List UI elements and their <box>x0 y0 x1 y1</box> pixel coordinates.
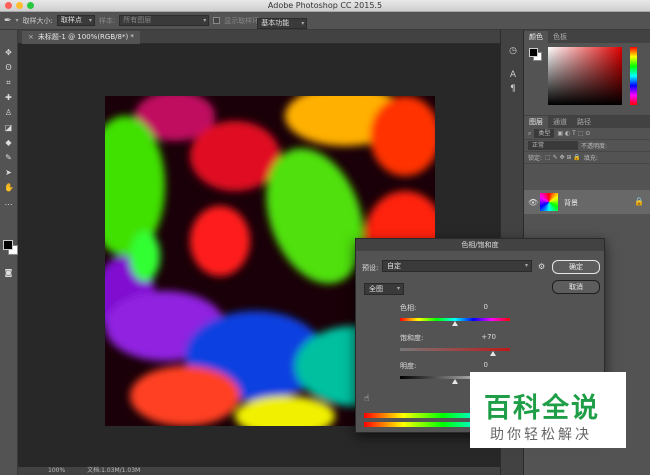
targeted-adjustment-hand-icon[interactable]: ☝ <box>364 394 369 404</box>
watermark-sub-text: 助你轻松解决 <box>490 427 592 443</box>
hue-value[interactable]: 0 <box>458 303 488 311</box>
layer-lock-icon[interactable]: 🔒 <box>634 197 644 206</box>
tab-swatches[interactable]: 色板 <box>548 31 572 43</box>
close-tab-icon[interactable]: × <box>28 33 34 41</box>
options-bar: ✒ ▾ 取样大小: 取样点 样本: 所有图层 显示取样环 基本功能 <box>0 12 650 30</box>
zoom-level[interactable]: 100% <box>48 467 65 474</box>
window-title: Adobe Photoshop CC 2015.5 <box>267 1 383 10</box>
hue-bar[interactable] <box>630 47 637 105</box>
healing-brush-icon[interactable]: ✚ <box>4 93 13 102</box>
saturation-label: 饱和度: <box>400 334 424 342</box>
color-panel-tabs: 颜色 色板 <box>524 30 650 43</box>
dialog-title: 色相/饱和度 <box>356 239 604 251</box>
saturation-value[interactable]: +70 <box>466 333 496 341</box>
document-tab[interactable]: × 未标题-1 @ 100%(RGB/8*) * <box>22 31 140 44</box>
eyedropper-icon[interactable]: ✒ <box>4 16 12 26</box>
lock-row: 锁定: ⬚ ✎ ✥ ⊞ 🔒 填充: <box>524 152 650 164</box>
sample-dropdown[interactable]: 所有图层 <box>119 15 210 26</box>
tab-layers[interactable]: 图层 <box>524 116 548 128</box>
hand-tool-icon[interactable]: ✋ <box>4 183 14 192</box>
show-ring-label: 显示取样环 <box>224 16 260 25</box>
blend-row: 正常 不透明度: <box>524 140 650 152</box>
blend-mode-dropdown[interactable]: 正常 <box>528 141 578 150</box>
window-title-bar: Adobe Photoshop CC 2015.5 <box>0 0 650 12</box>
workspace-dropdown[interactable]: 基本功能 <box>257 18 308 29</box>
lightness-slider-thumb[interactable] <box>452 379 458 384</box>
more-tools-icon[interactable]: ⋯ <box>4 200 13 209</box>
sample-size-dropdown[interactable]: 取样点 <box>56 15 95 26</box>
crop-tool-icon[interactable]: ⌗ <box>4 78 13 87</box>
sample-size-label: 取样大小: <box>22 16 53 25</box>
document-size: 文档:1.03M/1.03M <box>87 467 141 474</box>
paragraph-icon[interactable]: ¶ <box>508 84 518 94</box>
eraser-tool-icon[interactable]: ◪ <box>4 123 13 132</box>
preset-dropdown[interactable]: 自定 <box>382 260 532 272</box>
layers-panel-tabs: 图层 通道 路径 <box>524 115 650 128</box>
cancel-button[interactable]: 取消 <box>552 280 600 294</box>
hue-slider-thumb[interactable] <box>452 321 458 326</box>
clone-stamp-icon[interactable]: ♙ <box>4 108 13 117</box>
preset-label: 预设: <box>362 264 379 272</box>
tab-channels[interactable]: 通道 <box>548 116 572 128</box>
foreground-color-swatch[interactable] <box>3 240 13 250</box>
saturation-slider-thumb[interactable] <box>490 351 496 356</box>
layer-name: 背景 <box>564 199 578 207</box>
layer-filter-row: ⌕ 类型 ▣ ◐ T ⬚ ⊙ <box>524 128 650 140</box>
lock-icons[interactable]: ⬚ ✎ ✥ ⊞ 🔒 <box>545 154 581 161</box>
search-icon: ⌕ <box>528 129 532 137</box>
pen-tool-icon[interactable]: ✎ <box>4 153 13 162</box>
visibility-eye-icon[interactable]: 👁 <box>528 198 538 207</box>
color-panel <box>524 43 650 115</box>
status-bar: 100% 文档:1.03M/1.03M <box>18 467 500 475</box>
sample-label: 样本: <box>98 16 116 25</box>
channel-dropdown[interactable]: 全图 <box>364 283 404 295</box>
history-icon[interactable]: ◷ <box>508 46 518 56</box>
lightness-value[interactable]: 0 <box>458 361 488 369</box>
tool-preset-chevron-icon[interactable]: ▾ <box>16 17 19 24</box>
fill-label: 填充: <box>583 155 598 162</box>
layer-filter-dropdown[interactable]: 类型 <box>534 129 555 138</box>
watermark-main-text: 百科全说 <box>484 393 600 424</box>
tools-panel: ✥ ʘ ⌗ ✚ ♙ ◪ ◆ ✎ ➤ ✋ ⋯ ◙ <box>0 30 18 475</box>
lasso-tool-icon[interactable]: ʘ <box>4 63 13 72</box>
preset-options-gear-icon[interactable]: ⚙ <box>538 262 545 271</box>
tab-paths[interactable]: 路径 <box>572 116 596 128</box>
filter-icons[interactable]: ▣ ◐ T ⬚ ⊙ <box>557 130 590 137</box>
path-selection-icon[interactable]: ➤ <box>4 168 13 177</box>
show-ring-checkbox[interactable] <box>213 17 221 24</box>
quick-mask-icon[interactable]: ◙ <box>4 268 13 277</box>
panel-foreground-swatch[interactable] <box>529 48 538 57</box>
watermark-logo: 百科全说 助你轻松解决 <box>470 372 626 448</box>
opacity-label: 不透明度: <box>581 143 608 150</box>
layers-panel: ⌕ 类型 ▣ ◐ T ⬚ ⊙ 正常 不透明度: 锁定: ⬚ ✎ ✥ ⊞ 🔒 填充… <box>524 128 650 248</box>
lock-label: 锁定: <box>528 155 543 162</box>
layer-thumbnail <box>540 193 558 211</box>
move-tool-icon[interactable]: ✥ <box>4 48 13 57</box>
hue-label: 色相: <box>400 304 417 312</box>
tab-color[interactable]: 颜色 <box>524 31 548 43</box>
document-tab-strip: × 未标题-1 @ 100%(RGB/8*) * <box>18 30 500 44</box>
blur-tool-icon[interactable]: ◆ <box>4 138 13 147</box>
lightness-label: 明度: <box>400 362 417 370</box>
character-icon[interactable]: A <box>508 70 518 80</box>
color-picker-field[interactable] <box>548 47 622 105</box>
layer-row-background[interactable]: 👁 背景 🔒 <box>524 190 650 214</box>
document-tab-title: 未标题-1 @ 100%(RGB/8*) * <box>37 33 134 41</box>
ok-button[interactable]: 确定 <box>552 260 600 274</box>
